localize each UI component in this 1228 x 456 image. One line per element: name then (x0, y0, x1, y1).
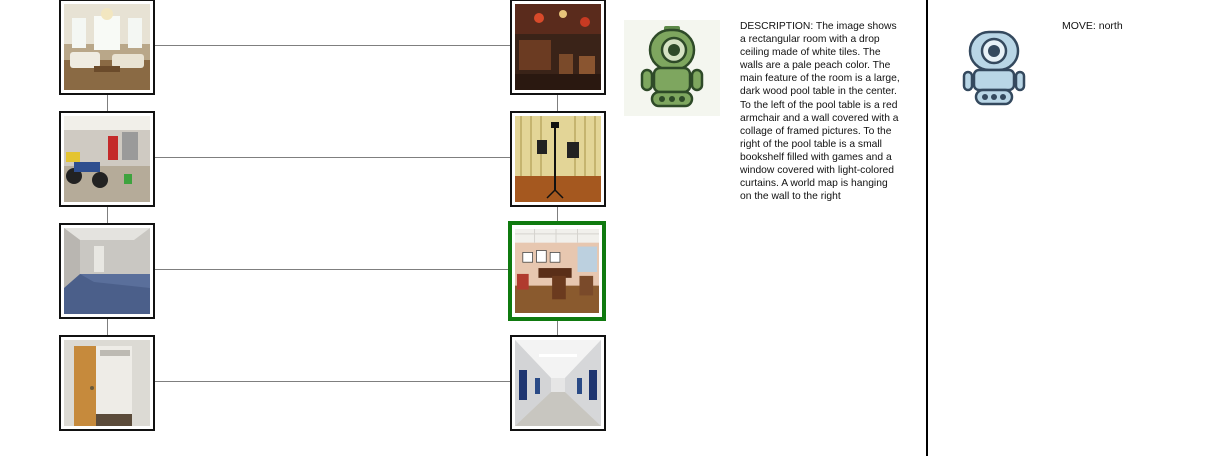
room-image (64, 340, 150, 426)
room-image (515, 229, 599, 313)
room-tile-pool-current[interactable] (508, 221, 606, 321)
connector (155, 45, 512, 46)
room-tile-closet[interactable] (59, 335, 155, 431)
room-image (64, 116, 150, 202)
connector (107, 207, 108, 223)
room-tile-bar[interactable] (510, 0, 606, 95)
room-map (0, 0, 610, 456)
move-action: MOVE: north (1062, 20, 1123, 32)
room-image (515, 340, 601, 426)
room-image (515, 4, 601, 90)
observer-robot-icon (624, 20, 720, 116)
connector (155, 269, 512, 270)
room-image (515, 116, 601, 202)
room-tile-corridor[interactable] (510, 335, 606, 431)
connector (557, 321, 558, 335)
panel-divider (926, 0, 928, 456)
connector (107, 319, 108, 335)
room-tile-studio[interactable] (510, 111, 606, 207)
room-image (64, 228, 150, 314)
actor-robot-icon (962, 30, 1026, 108)
connector (155, 157, 512, 158)
room-image (64, 4, 150, 90)
connector (107, 95, 108, 111)
connector (557, 207, 558, 221)
room-tile-empty[interactable] (59, 223, 155, 319)
connector (557, 95, 558, 111)
room-tile-garage[interactable] (59, 111, 155, 207)
room-description: DESCRIPTION: The image shows a rectangul… (740, 21, 900, 203)
room-tile-living[interactable] (59, 0, 155, 95)
connector (155, 381, 512, 382)
